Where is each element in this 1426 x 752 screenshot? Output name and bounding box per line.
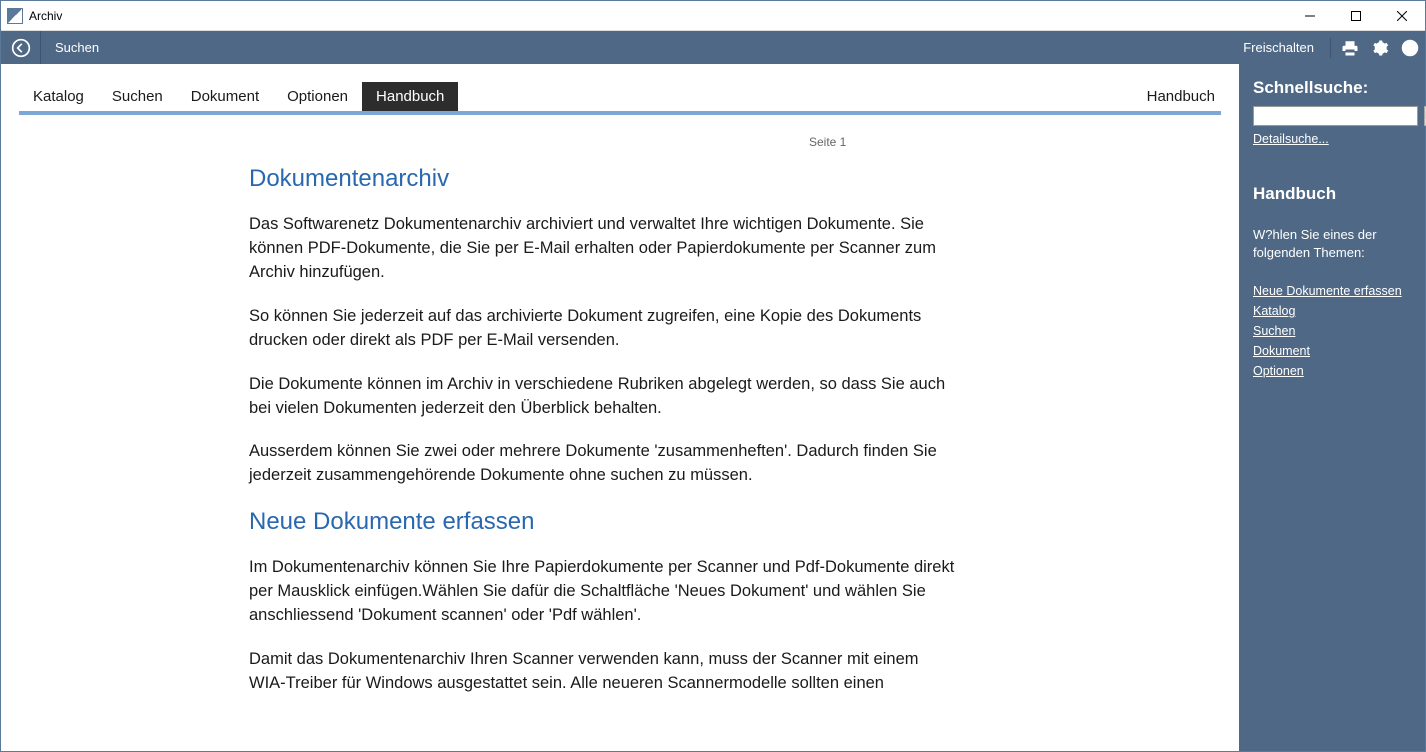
tabs-row: Katalog Suchen Dokument Optionen Handbuc… xyxy=(19,82,1221,115)
gear-icon[interactable] xyxy=(1365,31,1395,64)
quicksearch-title: Schnellsuche: xyxy=(1253,78,1411,98)
doc-paragraph: Das Softwarenetz Dokumentenarchiv archiv… xyxy=(249,213,959,285)
page-number: Seite 1 xyxy=(809,135,1221,149)
tab-katalog[interactable]: Katalog xyxy=(19,82,98,111)
topic-link-suchen[interactable]: Suchen xyxy=(1253,324,1411,338)
doc-paragraph: Die Dokumente können im Archiv in versch… xyxy=(249,373,959,421)
document-content: Dokumentenarchiv Das Softwarenetz Dokume… xyxy=(249,165,959,696)
doc-paragraph: Damit das Dokumentenarchiv Ihren Scanner… xyxy=(249,648,959,696)
main-area: Katalog Suchen Dokument Optionen Handbuc… xyxy=(1,64,1239,751)
doc-paragraph: Im Dokumentenarchiv können Sie Ihre Papi… xyxy=(249,556,959,628)
tab-dokument[interactable]: Dokument xyxy=(177,82,273,111)
handbook-title: Handbuch xyxy=(1253,184,1411,204)
tab-suchen[interactable]: Suchen xyxy=(98,82,177,111)
minimize-button[interactable] xyxy=(1287,1,1333,31)
topic-link-dokument[interactable]: Dokument xyxy=(1253,344,1411,358)
breadcrumb: Handbuch xyxy=(1147,88,1221,105)
quicksearch-input[interactable] xyxy=(1253,106,1418,126)
print-icon[interactable] xyxy=(1335,31,1365,64)
titlebar: Archiv xyxy=(1,1,1425,31)
doc-heading-2: Neue Dokumente erfassen xyxy=(249,508,959,536)
toolbar: Suchen Freischalten xyxy=(1,31,1425,64)
doc-paragraph: So können Sie jederzeit auf das archivie… xyxy=(249,305,959,353)
topic-link-optionen[interactable]: Optionen xyxy=(1253,364,1411,378)
doc-heading-1: Dokumentenarchiv xyxy=(249,165,959,193)
close-button[interactable] xyxy=(1379,1,1425,31)
back-button[interactable] xyxy=(1,31,41,64)
sidebar: Schnellsuche: Los Detailsuche... Handbuc… xyxy=(1239,64,1425,751)
document-scroll[interactable]: Seite 1 Dokumentenarchiv Das Softwarenet… xyxy=(19,115,1221,751)
handbook-help-text: W?hlen Sie eines der folgenden Themen: xyxy=(1253,226,1411,262)
window-title: Archiv xyxy=(29,9,62,23)
unlock-link[interactable]: Freischalten xyxy=(1231,40,1326,55)
topic-link-katalog[interactable]: Katalog xyxy=(1253,304,1411,318)
detailsearch-link[interactable]: Detailsuche... xyxy=(1253,132,1411,146)
tab-optionen[interactable]: Optionen xyxy=(273,82,362,111)
topic-link-neue-dokumente[interactable]: Neue Dokumente erfassen xyxy=(1253,284,1411,298)
maximize-button[interactable] xyxy=(1333,1,1379,31)
doc-paragraph: Ausserdem können Sie zwei oder mehrere D… xyxy=(249,440,959,488)
info-icon[interactable] xyxy=(1395,31,1425,64)
toolbar-search-label[interactable]: Suchen xyxy=(41,40,113,55)
tab-handbuch[interactable]: Handbuch xyxy=(362,82,458,111)
app-icon xyxy=(7,8,23,24)
